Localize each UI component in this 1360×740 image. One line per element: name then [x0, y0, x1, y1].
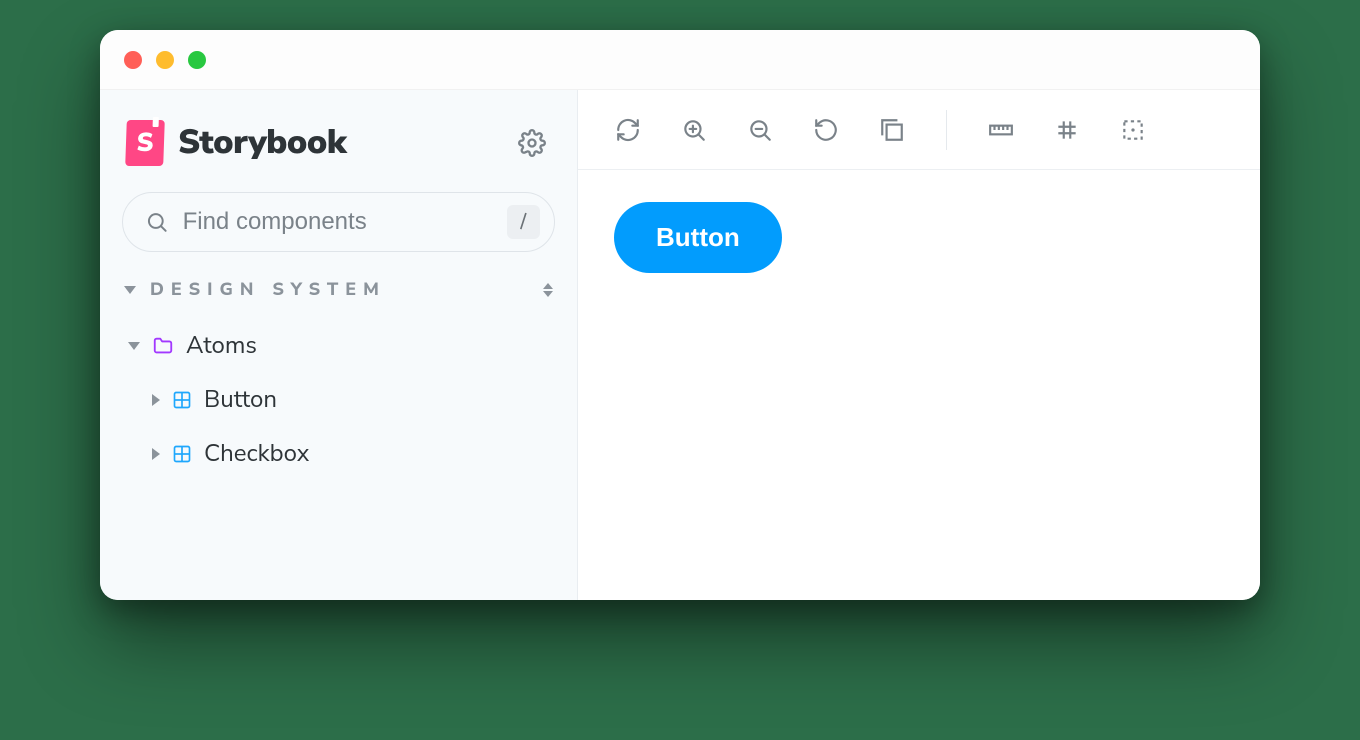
tree-item-button[interactable]: Button	[122, 376, 555, 424]
measure-button[interactable]	[985, 114, 1017, 146]
zoom-out-button[interactable]	[744, 114, 776, 146]
background-icon	[879, 117, 905, 143]
grid-icon	[1054, 117, 1080, 143]
refresh-icon	[615, 117, 641, 143]
app-body: S Storybook / DESIGN SYSTEM	[100, 90, 1260, 600]
tree-item-label: Checkbox	[204, 438, 309, 470]
zoom-reset-button[interactable]	[810, 114, 842, 146]
zoom-reset-icon	[813, 117, 839, 143]
search-shortcut-key: /	[507, 205, 540, 239]
folder-icon	[152, 335, 174, 357]
search-icon	[145, 210, 169, 234]
chevron-down-icon	[124, 286, 136, 294]
zoom-in-icon	[681, 117, 707, 143]
gear-icon	[518, 129, 546, 157]
main-panel: Button	[578, 90, 1260, 600]
brand-name: Storybook	[178, 120, 346, 166]
tree-group-label: Atoms	[186, 330, 257, 362]
outline-button[interactable]	[1117, 114, 1149, 146]
sidebar-section-title: DESIGN SYSTEM	[150, 278, 386, 302]
expand-collapse-icon[interactable]	[543, 283, 553, 297]
grid-button[interactable]	[1051, 114, 1083, 146]
window-close-button[interactable]	[124, 51, 142, 69]
tree-item-label: Button	[204, 384, 277, 416]
window-zoom-button[interactable]	[188, 51, 206, 69]
brand[interactable]: S Storybook	[126, 120, 346, 166]
sidebar: S Storybook / DESIGN SYSTEM	[100, 90, 578, 600]
tree-item-checkbox[interactable]: Checkbox	[122, 430, 555, 478]
sidebar-tree: Atoms Button Checkbox	[122, 322, 555, 478]
search-input[interactable]	[183, 208, 493, 236]
component-icon	[172, 390, 192, 410]
chevron-right-icon	[152, 448, 160, 460]
app-window: S Storybook / DESIGN SYSTEM	[100, 30, 1260, 600]
canvas-toolbar	[578, 90, 1260, 170]
window-minimize-button[interactable]	[156, 51, 174, 69]
outline-icon	[1120, 117, 1146, 143]
storybook-logo-icon: S	[125, 120, 165, 166]
settings-button[interactable]	[513, 124, 551, 162]
zoom-out-icon	[747, 117, 773, 143]
chevron-right-icon	[152, 394, 160, 406]
chevron-down-icon	[128, 342, 140, 350]
demo-button[interactable]: Button	[614, 202, 782, 273]
background-button[interactable]	[876, 114, 908, 146]
window-titlebar	[100, 30, 1260, 90]
component-icon	[172, 444, 192, 464]
toolbar-divider	[946, 110, 947, 150]
zoom-in-button[interactable]	[678, 114, 710, 146]
ruler-icon	[988, 117, 1014, 143]
brand-row: S Storybook	[122, 114, 555, 166]
sidebar-section-header[interactable]: DESIGN SYSTEM	[122, 278, 555, 302]
tree-group-atoms[interactable]: Atoms	[122, 322, 555, 370]
canvas: Button	[578, 170, 1260, 600]
refresh-button[interactable]	[612, 114, 644, 146]
search-field[interactable]: /	[122, 192, 555, 252]
